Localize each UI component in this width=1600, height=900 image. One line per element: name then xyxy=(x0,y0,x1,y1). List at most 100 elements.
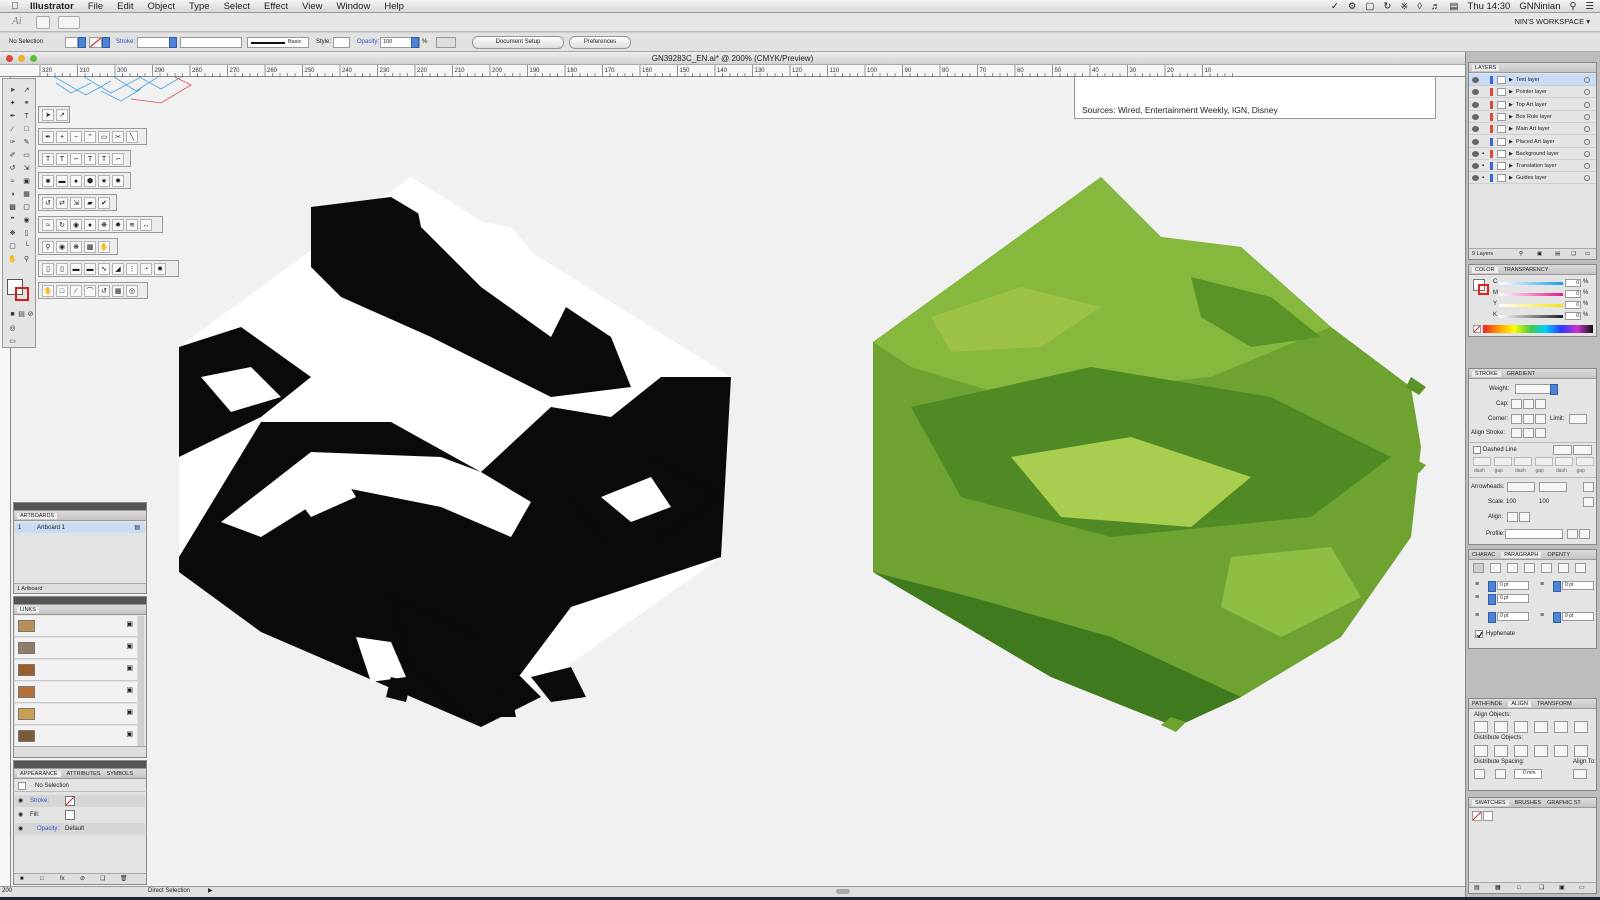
swatch-none[interactable] xyxy=(1472,811,1482,821)
align-right-edges-button[interactable] xyxy=(1514,721,1528,733)
polar-grid-icon[interactable]: ◎ xyxy=(126,284,138,297)
tab-align[interactable]: ALIGN xyxy=(1508,700,1531,707)
channel-value[interactable]: 0 xyxy=(1565,290,1581,298)
indent-field[interactable]: 0 pt xyxy=(1562,581,1594,590)
dash-gap-field[interactable] xyxy=(1575,457,1594,466)
layer-name[interactable]: Text layer xyxy=(1516,74,1540,86)
pen-tool-icon[interactable]: ✒ xyxy=(6,111,19,122)
butt-cap-button[interactable] xyxy=(1511,399,1522,409)
tab-artboards[interactable]: ARTBOARDS xyxy=(17,512,58,519)
type-tool-icon[interactable]: T xyxy=(20,111,33,122)
delete-layer-icon[interactable]: ▭ xyxy=(1585,249,1590,259)
zoom-window-icon[interactable] xyxy=(30,55,37,62)
layer-target-icon[interactable] xyxy=(1584,175,1590,182)
link-scale-button[interactable] xyxy=(1583,497,1594,507)
dash-preserve-button[interactable] xyxy=(1553,445,1572,455)
add-effect-icon[interactable]: fx xyxy=(60,874,65,884)
indent-stepper[interactable] xyxy=(1488,594,1496,605)
line-tool-icon[interactable]: ∕ xyxy=(6,124,19,135)
vertical-type-icon[interactable]: T xyxy=(84,152,96,165)
dash-gap-field[interactable] xyxy=(1555,457,1573,466)
ellipse-icon[interactable]: ● xyxy=(70,174,82,187)
tab-appearance[interactable]: APPEARANCE xyxy=(17,770,61,777)
layer-target-icon[interactable] xyxy=(1584,77,1590,83)
tab-brushes[interactable]: BRUSHES xyxy=(1515,800,1542,806)
screen-mode-icon[interactable]: ▭ xyxy=(6,336,19,347)
clear-appearance-icon[interactable]: ⊘ xyxy=(80,874,85,884)
channel-value[interactable]: 0 xyxy=(1565,301,1581,309)
reflect-icon[interactable]: ⇄ xyxy=(56,196,68,209)
rectangle-tool-icon[interactable]: □ xyxy=(20,124,33,135)
link-status-icon[interactable]: ▣ xyxy=(126,642,133,650)
panel-grip[interactable] xyxy=(14,761,146,769)
align-horizontal-centers-button[interactable] xyxy=(1494,721,1508,733)
minimize-window-icon[interactable] xyxy=(18,55,25,62)
layer-expand-arrow-icon[interactable]: ▶ xyxy=(1509,160,1513,172)
script-icon[interactable]: ✓ xyxy=(1331,1,1339,12)
justify-left-button[interactable] xyxy=(1524,563,1535,573)
layer-name[interactable]: Top Art layer xyxy=(1516,99,1547,111)
tab-links[interactable]: LINKS xyxy=(17,606,39,613)
bluetooth-icon[interactable]: ※ xyxy=(1400,1,1408,12)
align-left-edges-button[interactable] xyxy=(1474,721,1488,733)
layer-expand-arrow-icon[interactable]: ▶ xyxy=(1509,172,1513,184)
dashed-line-checkbox[interactable] xyxy=(1473,446,1481,454)
visibility-eye-icon[interactable] xyxy=(1472,138,1479,145)
appearance-opacity-row[interactable]: ◉ Opacity: Default xyxy=(15,823,145,835)
scale-end-value[interactable]: 100 xyxy=(1539,499,1549,505)
clipping-mask-icon[interactable]: ▣ xyxy=(1537,249,1542,259)
document-setup-button[interactable]: Document Setup xyxy=(472,36,564,49)
reshape-icon[interactable]: ✔ xyxy=(98,196,110,209)
layer-row[interactable]: ▶ Background layer ▪ xyxy=(1469,148,1596,160)
menu-file[interactable]: File xyxy=(88,1,103,12)
layer-target-icon[interactable] xyxy=(1584,126,1590,133)
tab-symbols[interactable]: SYMBOLS xyxy=(106,771,133,777)
link-status-icon[interactable]: ▣ xyxy=(126,620,133,628)
artboard-tool-icon[interactable]: ▢ xyxy=(6,241,19,252)
artboard-row[interactable]: 1 Artboard 1 ▤ xyxy=(15,523,145,533)
indent-field[interactable]: 0 pt xyxy=(1497,612,1529,621)
tab-character[interactable]: CHARAC xyxy=(1472,552,1495,558)
arrow-tip-button[interactable] xyxy=(1507,512,1518,522)
locate-object-icon[interactable]: ⚲ xyxy=(1519,249,1523,259)
link-row[interactable]: ▣ xyxy=(15,616,137,637)
delete-swatch-icon[interactable]: ▭ xyxy=(1579,883,1585,893)
link-row[interactable]: ▣ xyxy=(15,704,137,725)
add-anchor-icon[interactable]: + xyxy=(56,130,68,143)
bar-graph-icon[interactable]: ▬ xyxy=(70,262,82,275)
layer-target-icon[interactable] xyxy=(1584,138,1590,145)
slice-tool-icon[interactable]: ╰ xyxy=(20,241,33,252)
layer-name[interactable]: Placed Art layer xyxy=(1516,136,1555,148)
new-swatch-icon[interactable]: ▣ xyxy=(1559,883,1565,893)
align-to-dropdown[interactable] xyxy=(1573,769,1587,779)
distribute-left-button[interactable] xyxy=(1534,745,1548,757)
panel-grip[interactable] xyxy=(14,597,146,605)
scallop-icon[interactable]: ❋ xyxy=(98,218,110,231)
align-left-button[interactable] xyxy=(1473,563,1484,573)
weight-field[interactable] xyxy=(1515,384,1551,394)
layer-expand-arrow-icon[interactable]: ▶ xyxy=(1509,99,1513,111)
status-text[interactable]: Direct Selection xyxy=(148,888,190,894)
type-icon[interactable]: T xyxy=(42,152,54,165)
distribute-right-button[interactable] xyxy=(1574,745,1588,757)
layer-name[interactable]: Guides layer xyxy=(1516,172,1547,184)
twirl-icon[interactable]: ↻ xyxy=(56,218,68,231)
brush-definition-field[interactable]: Basic xyxy=(247,37,309,48)
direct-select-icon[interactable]: ↗ xyxy=(56,108,68,121)
rounded-rectangle-icon[interactable]: ▬ xyxy=(56,174,68,187)
hand-icon[interactable]: ✋ xyxy=(98,240,110,253)
scatter-graph-icon[interactable]: ⋮ xyxy=(126,262,138,275)
artboard-canvas[interactable]: Sources: Wired, Entertainment Weekly, IG… xyxy=(11,77,1465,888)
layer-expand-arrow-icon[interactable]: ▶ xyxy=(1509,86,1513,98)
links-scrollbar[interactable] xyxy=(138,616,144,746)
swatch-libraries-icon[interactable]: ▤ xyxy=(1474,883,1480,893)
visibility-eye-icon[interactable]: ◉ xyxy=(18,823,23,835)
scissors-icon[interactable]: ✂ xyxy=(112,130,124,143)
layer-name[interactable]: Main Art layer xyxy=(1516,123,1550,135)
delete-anchor-icon[interactable]: − xyxy=(70,130,82,143)
scale-start-value[interactable]: 100 xyxy=(1506,499,1516,505)
hyphenate-checkbox[interactable] xyxy=(1475,630,1483,638)
align-vertical-centers-button[interactable] xyxy=(1554,721,1568,733)
appearance-fill-row[interactable]: ◉ Fill: xyxy=(15,809,145,821)
tab-attributes[interactable]: ATTRIBUTES xyxy=(67,771,101,777)
